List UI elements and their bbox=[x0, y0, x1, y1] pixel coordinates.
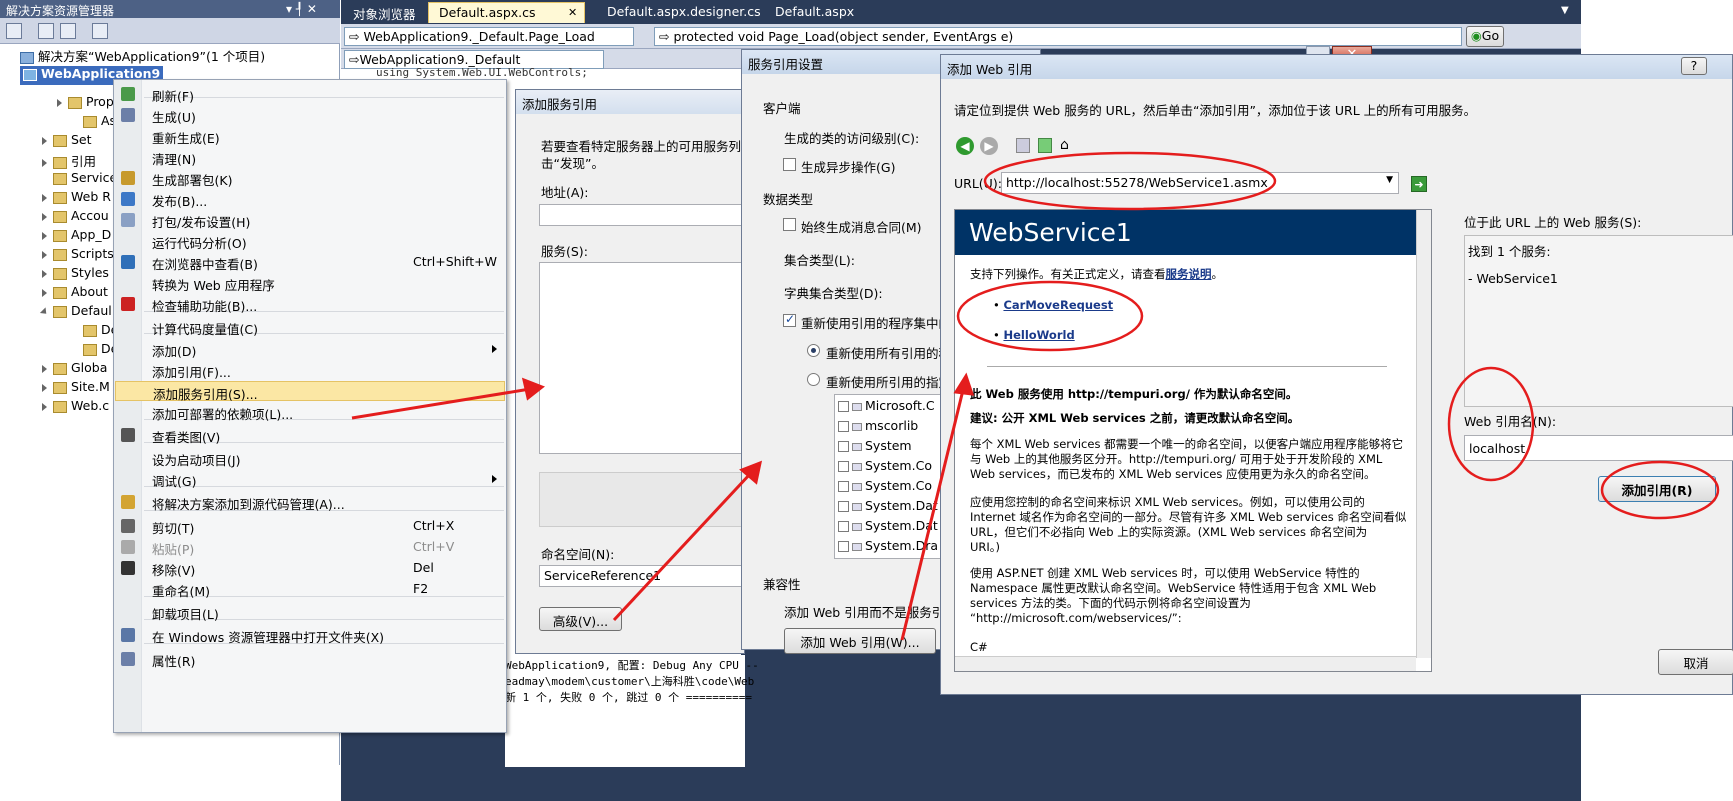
operations-highlight-ring bbox=[956, 280, 1144, 352]
ref-name-highlight-ring bbox=[1447, 366, 1535, 482]
annotation-layer bbox=[351, 151, 1720, 641]
arrow-line bbox=[351, 387, 531, 420]
arrow-line bbox=[900, 389, 965, 641]
add-ref-highlight-ring bbox=[1600, 460, 1720, 520]
arrow-line bbox=[612, 472, 752, 622]
arrow-head bbox=[953, 372, 975, 396]
arrow-head bbox=[521, 377, 545, 401]
url-highlight-ring bbox=[983, 151, 1277, 211]
